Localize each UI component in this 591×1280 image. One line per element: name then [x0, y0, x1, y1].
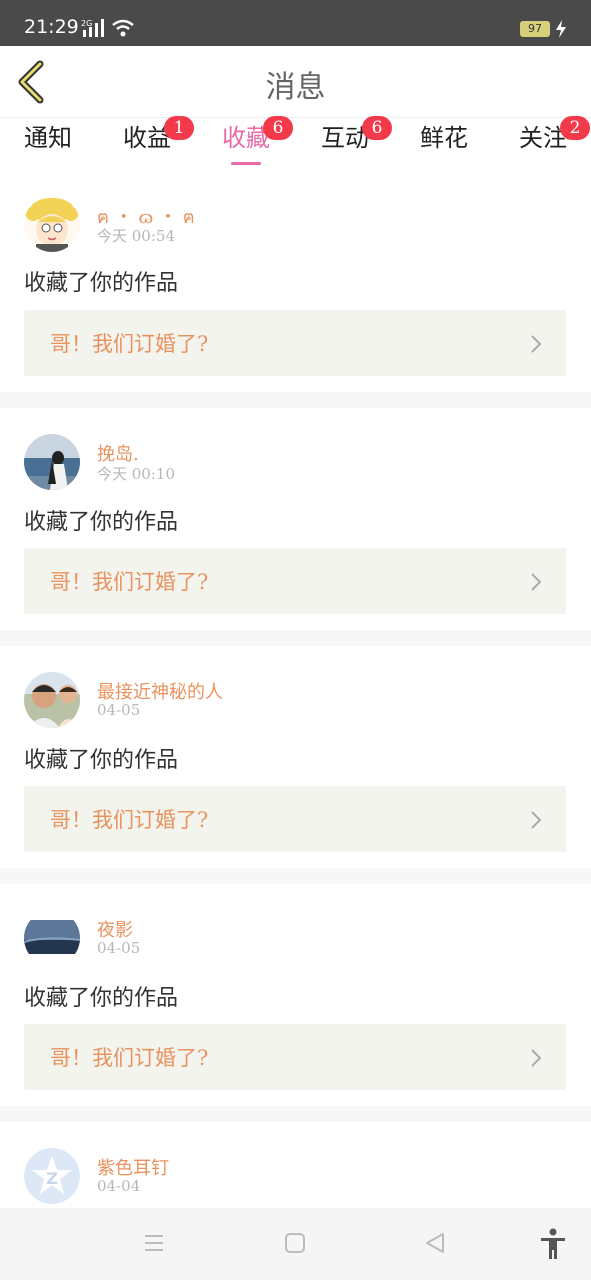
message-action: 收藏了你的作品 — [24, 748, 179, 773]
card-divider — [0, 630, 591, 646]
avatar[interactable] — [24, 910, 80, 966]
header: 消息 — [0, 46, 591, 118]
avatar[interactable] — [24, 672, 80, 728]
work-title: 哥！我们订婚了? — [50, 570, 209, 594]
tab-notifications[interactable]: 通知 — [8, 122, 88, 154]
work-title: 哥！我们订婚了? — [50, 1046, 209, 1070]
tab-earnings[interactable]: 收益 1 — [107, 116, 194, 154]
menu-icon[interactable] — [141, 1230, 167, 1256]
work-link[interactable]: 哥！我们订婚了? — [24, 1024, 566, 1090]
tab-favorites[interactable]: 收藏 6 — [206, 116, 293, 165]
message-action: 收藏了你的作品 — [24, 271, 179, 296]
avatar[interactable] — [24, 434, 80, 490]
message-time: 04-05 — [97, 939, 141, 957]
chevron-right-icon — [531, 335, 542, 353]
home-square-icon[interactable] — [282, 1230, 308, 1256]
message-time: 04-05 — [97, 701, 141, 719]
status-time: 21:29 — [24, 16, 79, 38]
tab-bar: 通知 收益 1 收藏 6 互动 6 鲜花 关注 2 — [0, 116, 591, 170]
charging-icon — [556, 20, 566, 38]
card-divider — [0, 1106, 591, 1122]
tab-badge: 6 — [362, 116, 392, 140]
work-link[interactable]: 哥！我们订婚了? — [24, 310, 566, 376]
svg-text:Z: Z — [46, 1169, 58, 1188]
message-card: 夜影 04-05 收藏了你的作品 哥！我们订婚了? — [0, 884, 591, 1106]
status-bar: 21:29 2G 97 — [0, 0, 591, 46]
signal-icon: 2G — [81, 19, 104, 37]
work-link[interactable]: 哥！我们订婚了? — [24, 548, 566, 614]
message-time: 今天 00:54 — [97, 227, 175, 245]
message-action: 收藏了你的作品 — [24, 510, 179, 535]
work-title: 哥！我们订婚了? — [50, 808, 209, 832]
chevron-right-icon — [531, 811, 542, 829]
tab-badge: 1 — [164, 116, 194, 140]
tab-label: 鲜花 — [420, 124, 468, 152]
card-divider — [0, 868, 591, 884]
message-card: 挽岛. 今天 00:10 收藏了你的作品 哥！我们订婚了? — [0, 408, 591, 630]
chevron-right-icon — [531, 1049, 542, 1067]
tab-label: 通知 — [24, 124, 72, 152]
tab-interactions[interactable]: 互动 6 — [305, 116, 392, 154]
active-tab-indicator — [231, 162, 261, 165]
tab-flowers[interactable]: 鲜花 — [404, 122, 484, 154]
tab-badge: 6 — [263, 116, 293, 140]
back-triangle-icon[interactable] — [422, 1230, 448, 1256]
battery-indicator: 97 — [520, 21, 550, 37]
message-action: 收藏了你的作品 — [24, 986, 179, 1011]
work-link[interactable]: 哥！我们订婚了? — [24, 786, 566, 852]
avatar[interactable] — [24, 196, 80, 252]
card-divider — [0, 392, 591, 408]
network-type: 2G — [81, 19, 92, 28]
work-title: 哥！我们订婚了? — [50, 332, 209, 356]
tab-badge: 2 — [560, 116, 590, 140]
message-time: 今天 00:10 — [97, 465, 175, 483]
message-card: ฅ ・ ɷ ・ ฅ 今天 00:54 收藏了你的作品 哥！我们订婚了? — [0, 170, 591, 392]
message-card: 最接近神秘的人 04-05 收藏了你的作品 哥！我们订婚了? — [0, 646, 591, 868]
message-card: Z 紫色耳钉 04-04 — [0, 1122, 591, 1208]
system-nav-bar — [0, 1208, 591, 1280]
chevron-right-icon — [531, 573, 542, 591]
tab-following[interactable]: 关注 2 — [503, 116, 590, 154]
page-title: 消息 — [265, 70, 326, 105]
avatar[interactable]: Z — [24, 1148, 80, 1204]
accessibility-icon[interactable] — [539, 1228, 567, 1260]
message-time: 04-04 — [97, 1177, 141, 1195]
wifi-icon — [112, 19, 134, 37]
